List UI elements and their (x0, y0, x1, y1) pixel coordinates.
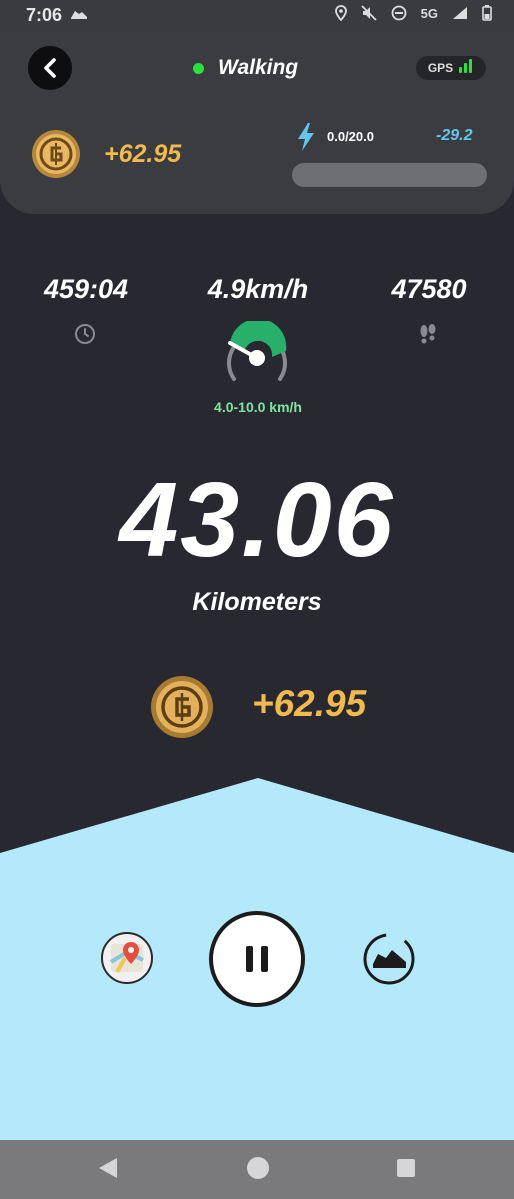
system-navigation-bar (0, 1140, 514, 1199)
nav-recent-apps-icon[interactable] (397, 1159, 415, 1177)
pause-icon (246, 946, 268, 972)
map-button[interactable] (101, 932, 153, 984)
sneaker-button[interactable] (362, 932, 416, 986)
pause-button[interactable] (209, 911, 305, 1007)
nav-back-icon[interactable] (97, 1156, 119, 1180)
sneaker-icon (363, 933, 415, 985)
nav-home-icon[interactable] (247, 1157, 269, 1179)
map-pin-icon (109, 942, 144, 973)
control-panel-background (0, 778, 514, 1140)
